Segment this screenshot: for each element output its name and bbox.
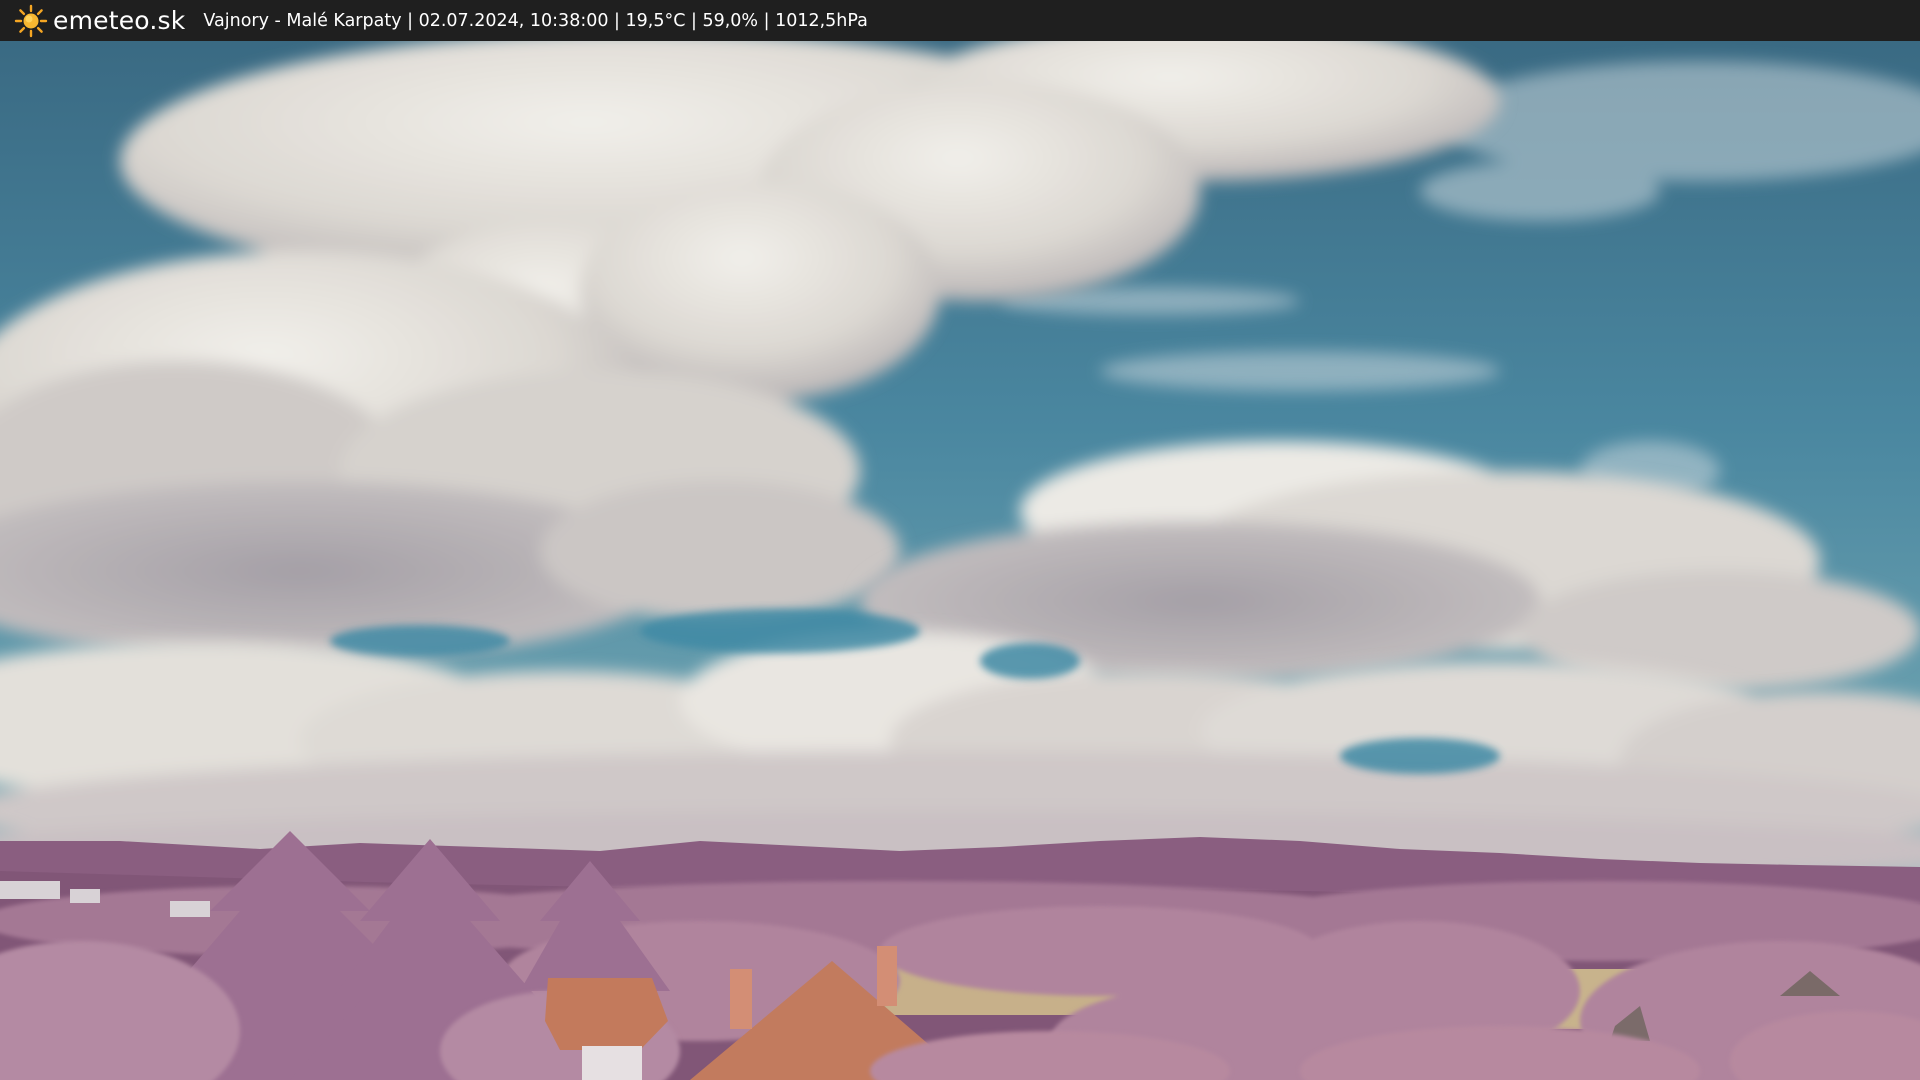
station-info: Vajnory - Malé Karpaty | 02.07.2024, 10:… [203,10,868,31]
top-bar: emeteo.sk Vajnory - Malé Karpaty | 02.07… [0,0,1920,41]
logo[interactable]: emeteo.sk [14,4,185,38]
sun-icon [14,4,48,37]
brand-name: emeteo.sk [53,6,186,35]
webcam-image [0,41,1920,1080]
